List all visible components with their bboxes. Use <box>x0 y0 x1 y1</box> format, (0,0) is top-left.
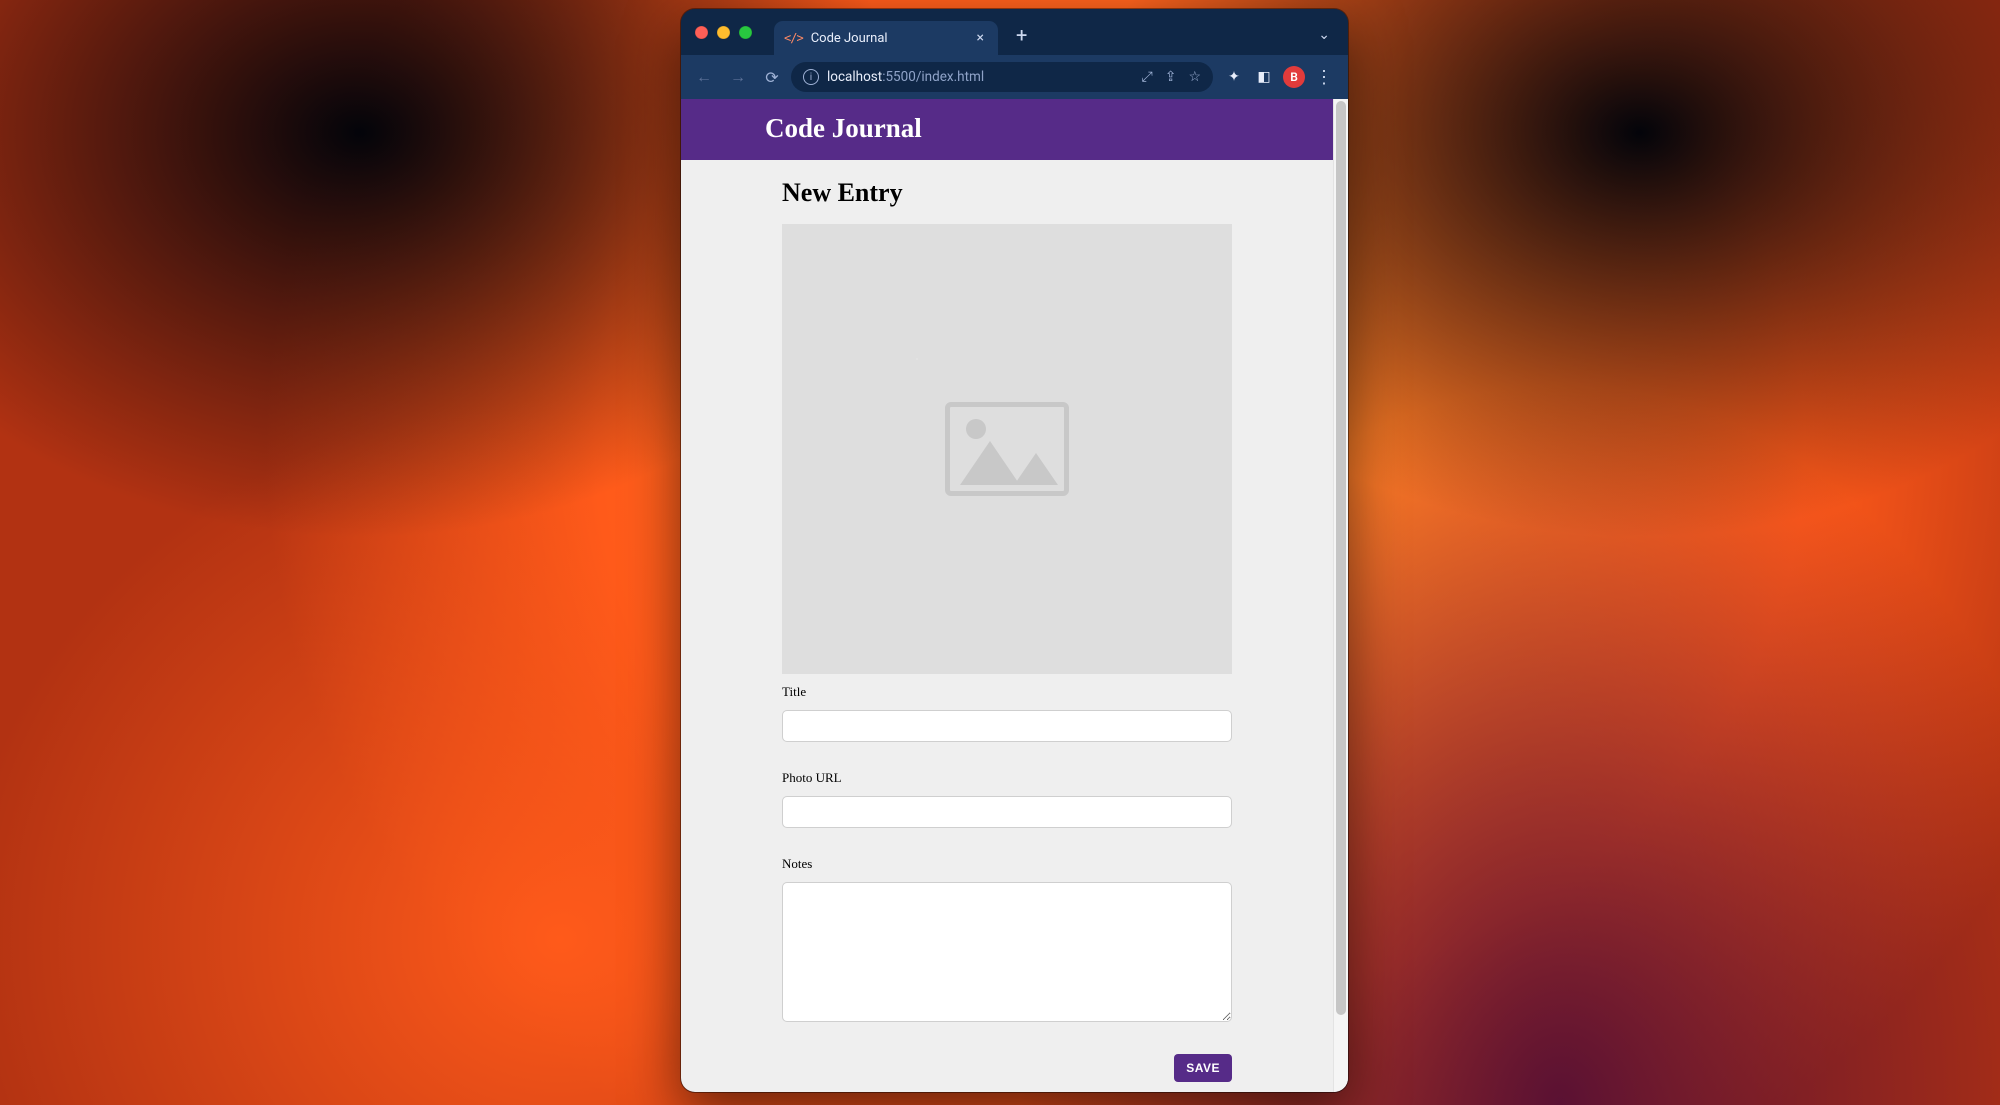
browser-window: </> Code Journal × + ⌄ ← → ⟳ i localhost… <box>681 9 1348 1092</box>
window-zoom-button[interactable] <box>739 26 752 39</box>
extensions-icon[interactable]: ✦ <box>1223 66 1245 88</box>
new-tab-button[interactable]: + <box>1006 23 1037 47</box>
nav-back-button[interactable]: ← <box>689 62 719 92</box>
profile-badge[interactable]: B <box>1283 66 1305 88</box>
page-viewport: Code Journal New Entry Title Phot <box>681 99 1348 1092</box>
page-heading: New Entry <box>782 178 1232 208</box>
field-photo-url: Photo URL <box>782 770 1232 828</box>
browser-tab[interactable]: </> Code Journal × <box>774 21 998 55</box>
address-bar[interactable]: i localhost:5500/index.html ⤢ ⇪ ☆ <box>791 62 1213 92</box>
title-label: Title <box>782 684 1232 700</box>
photo-url-input[interactable] <box>782 796 1232 828</box>
nav-forward-button[interactable]: → <box>723 62 753 92</box>
notes-textarea[interactable] <box>782 882 1232 1022</box>
title-input[interactable] <box>782 710 1232 742</box>
field-title: Title <box>782 684 1232 742</box>
tab-close-icon[interactable]: × <box>973 29 988 47</box>
window-controls <box>695 26 752 39</box>
photo-url-label: Photo URL <box>782 770 1232 786</box>
url-path: /index.html <box>916 69 984 85</box>
browser-menu-icon[interactable]: ⋮ <box>1309 67 1340 88</box>
scrollbar-thumb[interactable] <box>1336 101 1346 1015</box>
photo-placeholder <box>782 224 1232 674</box>
page-body: New Entry Title Photo URL <box>681 160 1333 1092</box>
scrollbar[interactable] <box>1333 99 1348 1092</box>
extensions-area: ✦ ◧ B <box>1223 66 1305 88</box>
tab-favicon-icon: </> <box>784 31 803 45</box>
browser-titlebar: </> Code Journal × + ⌄ <box>681 9 1348 55</box>
browser-toolbar: ← → ⟳ i localhost:5500/index.html ⤢ ⇪ ☆ … <box>681 55 1348 99</box>
window-close-button[interactable] <box>695 26 708 39</box>
app-title: Code Journal <box>765 113 1348 144</box>
zoom-icon[interactable]: ⤢ <box>1142 69 1153 85</box>
save-button[interactable]: SAVE <box>1174 1054 1232 1082</box>
nav-reload-button[interactable]: ⟳ <box>757 62 787 92</box>
url-port: :5500 <box>882 69 916 85</box>
image-placeholder-icon <box>945 402 1069 496</box>
bookmark-icon[interactable]: ☆ <box>1188 69 1201 85</box>
form-actions: SAVE <box>782 1054 1232 1082</box>
field-notes: Notes <box>782 856 1232 1026</box>
window-minimize-button[interactable] <box>717 26 730 39</box>
tab-title: Code Journal <box>811 31 965 46</box>
side-panel-icon[interactable]: ◧ <box>1253 66 1275 88</box>
share-icon[interactable]: ⇪ <box>1165 69 1177 85</box>
site-info-icon[interactable]: i <box>803 69 819 85</box>
app-header: Code Journal <box>681 99 1348 160</box>
tab-overflow-icon[interactable]: ⌄ <box>1310 27 1338 43</box>
url-host: localhost <box>827 69 882 85</box>
notes-label: Notes <box>782 856 1232 872</box>
